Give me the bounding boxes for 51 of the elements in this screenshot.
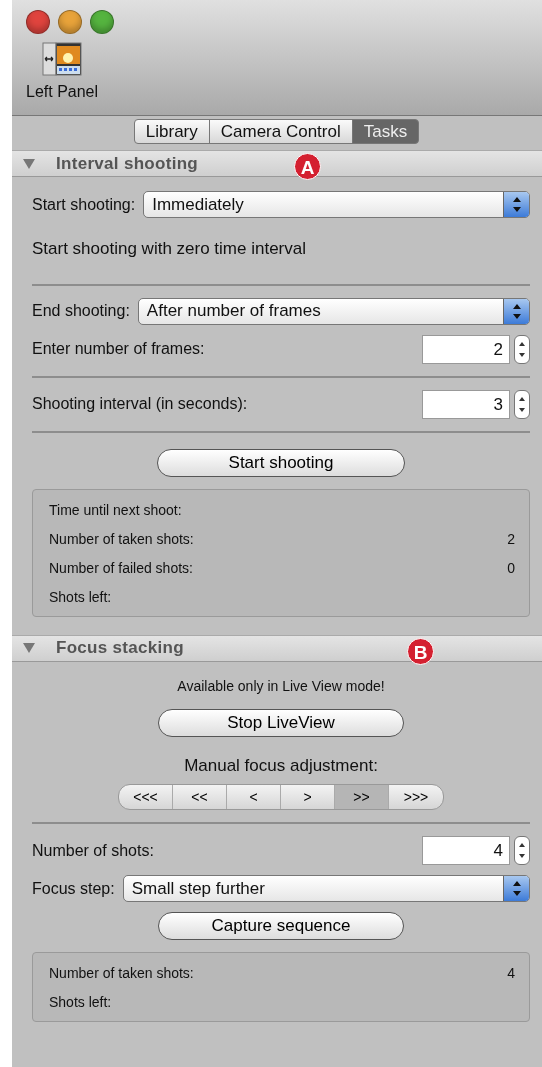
field-label: Shooting interval (in seconds): — [32, 394, 248, 414]
status-label: Number of taken shots: — [49, 964, 194, 983]
disclosure-triangle-icon[interactable] — [22, 642, 36, 654]
tab[interactable]: Tasks — [351, 119, 420, 144]
section-title: Interval shooting — [56, 152, 199, 175]
number-field[interactable]: 4 — [422, 836, 510, 865]
note-text: Available only in Live View mode! — [176, 676, 386, 696]
window-button[interactable] — [90, 10, 114, 34]
dropdown[interactable]: Small step further — [122, 875, 530, 902]
status-value: 2 — [507, 529, 515, 549]
status-value: 4 — [507, 964, 515, 983]
note-text: Start shooting with zero time interval — [32, 238, 307, 260]
segment-button[interactable]: >>> — [389, 785, 443, 809]
toolbar-label: Left Panel — [26, 82, 99, 102]
field-label: Number of shots: — [32, 840, 154, 861]
panel-toggle-icon[interactable] — [42, 42, 83, 76]
status-label: Time until next shoot: — [49, 500, 182, 520]
section-title: Focus stacking — [56, 637, 184, 660]
dropdown[interactable]: Immediately — [143, 191, 530, 218]
disclosure-triangle-icon[interactable] — [22, 157, 36, 170]
tab[interactable]: Library — [133, 119, 210, 144]
field-label: Manual focus adjustment: — [183, 754, 379, 777]
window-button[interactable] — [26, 10, 50, 34]
segment-button[interactable]: <<< — [119, 785, 173, 809]
field-label: Start shooting: — [32, 194, 136, 215]
field-label: Focus step: — [32, 878, 115, 899]
tab[interactable]: Camera Control — [208, 119, 353, 144]
push-button[interactable]: Stop LiveView — [158, 708, 404, 737]
updown-arrows-icon — [512, 303, 521, 319]
push-button[interactable]: Start shooting — [157, 448, 405, 477]
push-button[interactable]: Capture sequence — [158, 912, 404, 940]
section-header[interactable]: Interval shooting A — [12, 150, 542, 177]
section-header[interactable]: Focus stacking B — [12, 634, 542, 662]
status-label: Shots left: — [49, 587, 112, 607]
status-label: Shots left: — [49, 993, 112, 1012]
field-label: End shooting: — [32, 301, 130, 321]
segment-button[interactable]: << — [173, 785, 227, 809]
marker-badge: A — [294, 153, 321, 180]
number-field[interactable]: 2 — [422, 334, 510, 364]
window-button[interactable] — [58, 10, 82, 34]
marker-badge: B — [407, 637, 434, 665]
status-label: Number of failed shots: — [49, 558, 193, 578]
number-field[interactable]: 3 — [422, 389, 510, 419]
status-value: 0 — [507, 558, 515, 578]
dropdown[interactable]: After number of frames — [137, 297, 530, 325]
field-label: Enter number of frames: — [32, 339, 205, 359]
segment-button[interactable]: >> — [335, 785, 389, 809]
updown-arrows-icon — [512, 881, 521, 896]
updown-arrows-icon — [512, 197, 521, 212]
status-label: Number of taken shots: — [49, 529, 194, 549]
segment-button[interactable]: < — [227, 785, 281, 809]
